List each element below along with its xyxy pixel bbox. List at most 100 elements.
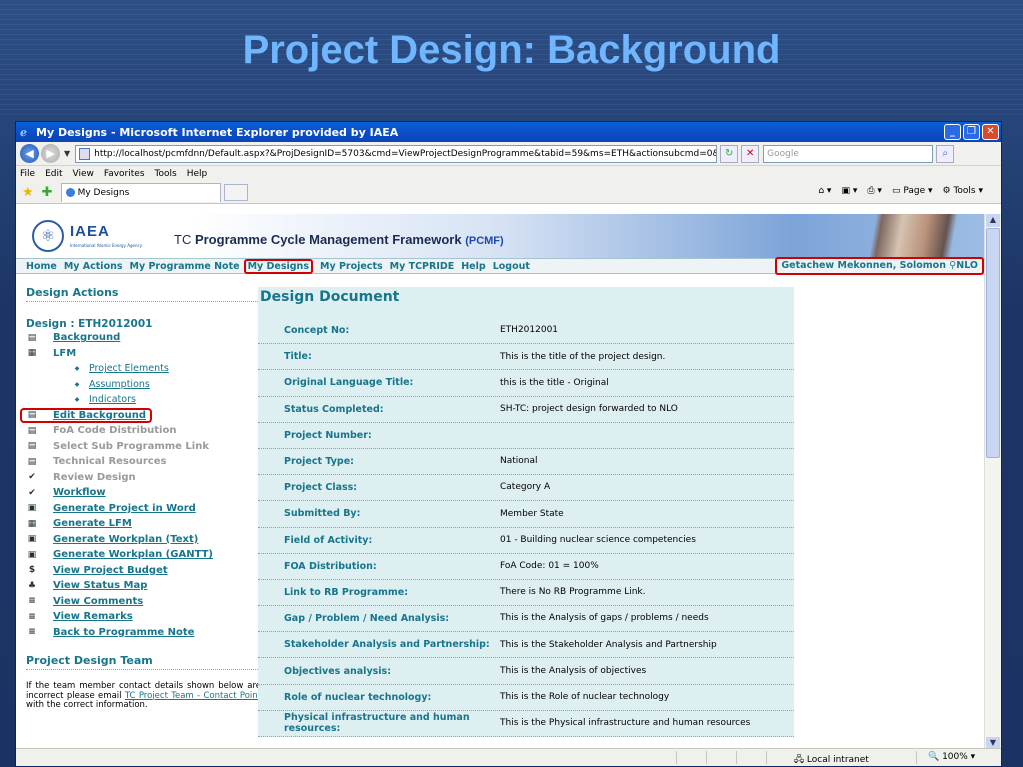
design-action-item[interactable]: ▣ Generate Workplan (Text) xyxy=(26,532,266,548)
scroll-up-icon[interactable]: ▲ xyxy=(986,214,1000,227)
design-action-item[interactable]: ▦ Generate LFM xyxy=(26,516,266,532)
design-action-label[interactable]: Generate Project in Word xyxy=(53,503,196,514)
minimize-button[interactable]: _ xyxy=(944,124,961,140)
window-titlebar: ℯ My Designs - Microsoft Internet Explor… xyxy=(16,122,1001,142)
design-action-label[interactable]: Assumptions xyxy=(89,379,150,390)
design-action-label[interactable]: Generate LFM xyxy=(53,518,132,529)
design-action-label[interactable]: Back to Programme Note xyxy=(53,627,194,638)
design-action-item[interactable]: ✔ Workflow xyxy=(26,485,266,501)
design-action-label: Review Design xyxy=(53,471,136,483)
design-action-item[interactable]: ◆ Indicators xyxy=(26,392,266,408)
field-label: Link to RB Programme: xyxy=(284,586,409,598)
excel-icon: ▣ xyxy=(27,534,37,545)
tools-menu[interactable]: ⚙ Tools ▾ xyxy=(943,186,984,196)
add-favorite-icon[interactable]: ✚ xyxy=(42,185,53,200)
design-action-label[interactable]: Generate Workplan (Text) xyxy=(53,534,198,545)
close-button[interactable]: ✕ xyxy=(982,124,999,140)
design-actions-panel: Design Actions Design : ETH2012001 ▤ Back… xyxy=(20,286,266,711)
field-label: Status Completed: xyxy=(284,403,384,415)
forward-button[interactable]: ▶ xyxy=(41,144,60,163)
field-value: This is the Analysis of objectives xyxy=(500,665,647,676)
status-bar: 🖧 Local intranet 🔍 100% ▾ xyxy=(16,748,1001,766)
zoom-level[interactable]: 🔍 100% ▾ xyxy=(928,752,975,762)
nav-help[interactable]: Help xyxy=(461,261,485,272)
new-tab-button[interactable] xyxy=(223,184,248,201)
grid-icon: ▦ xyxy=(27,348,37,359)
design-action-label[interactable]: View Remarks xyxy=(53,611,133,622)
design-action-item[interactable]: ▤ Background xyxy=(26,330,266,346)
field-label: Role of nuclear technology: xyxy=(284,691,432,703)
nav-my-actions[interactable]: My Actions xyxy=(64,261,123,272)
design-action-label[interactable]: Generate Workplan (GANTT) xyxy=(53,549,213,560)
design-action-label[interactable]: View Status Map xyxy=(53,580,147,591)
design-action-label[interactable]: Project Elements xyxy=(89,363,169,374)
user-info[interactable]: Getachew Mekonnen, Solomon ⚲NLO xyxy=(775,257,984,275)
menu-favorites[interactable]: Favorites xyxy=(104,169,145,179)
design-document: Design Document Concept No: ETH2012001 Tit… xyxy=(258,287,794,737)
restore-button[interactable]: ❐ xyxy=(963,124,980,140)
menu-edit[interactable]: Edit xyxy=(45,169,62,179)
nav-my-designs[interactable]: My Designs xyxy=(243,258,313,274)
print-icon[interactable]: ⎙ ▾ xyxy=(867,186,882,196)
list-icon: ≡ xyxy=(28,627,36,638)
vertical-scrollbar[interactable]: ▲ ▼ xyxy=(984,214,1001,750)
design-action-label[interactable]: Background xyxy=(53,332,120,343)
design-action-item[interactable]: ▣ Generate Project in Word xyxy=(26,501,266,517)
history-dropdown-icon[interactable]: ▼ xyxy=(64,149,70,158)
menu-tools[interactable]: Tools xyxy=(155,169,177,179)
design-action-item[interactable]: ◆ Assumptions xyxy=(26,377,266,393)
design-action-item[interactable]: ▣ Generate Workplan (GANTT) xyxy=(26,547,266,563)
field-label: Submitted By: xyxy=(284,508,361,520)
excel-icon: ▣ xyxy=(27,549,37,560)
page-menu[interactable]: ▭ Page ▾ xyxy=(892,186,933,196)
menu-file[interactable]: File xyxy=(20,169,35,179)
design-document-row: Project Class: Category A xyxy=(258,475,794,502)
design-action-item[interactable]: ◆ Project Elements xyxy=(26,361,266,377)
nav-my-programme-note[interactable]: My Programme Note xyxy=(130,261,240,272)
design-action-item[interactable]: ≡ Back to Programme Note xyxy=(26,625,266,641)
user-name: Getachew Mekonnen, Solomon xyxy=(781,260,946,271)
design-action-label[interactable]: Workflow xyxy=(53,487,106,498)
browser-window: ℯ My Designs - Microsoft Internet Explor… xyxy=(15,121,1002,767)
menu-help[interactable]: Help xyxy=(187,169,208,179)
design-action-item[interactable]: ♣ View Status Map xyxy=(26,578,266,594)
design-action-item[interactable]: ≡ View Comments xyxy=(26,594,266,610)
search-icon[interactable]: ⌕ xyxy=(936,144,955,163)
design-action-item[interactable]: ≡ View Remarks xyxy=(26,609,266,625)
design-action-label[interactable]: Edit Background xyxy=(53,410,146,421)
feeds-icon[interactable]: ▣ ▾ xyxy=(841,186,857,196)
design-action-label[interactable]: Indicators xyxy=(89,394,136,405)
banner-hands-image xyxy=(804,214,986,258)
field-label: Stakeholder Analysis and Partnership: xyxy=(284,639,490,651)
field-value: This is the Stakeholder Analysis and Par… xyxy=(500,639,717,650)
address-bar[interactable]: http://localhost/pcmfdnn/Default.aspx?&P… xyxy=(75,144,718,163)
design-action-item[interactable]: $ View Project Budget xyxy=(26,563,266,579)
stop-button[interactable]: ✕ xyxy=(741,144,760,163)
field-label: Original Language Title: xyxy=(284,377,414,389)
design-action-label[interactable]: View Project Budget xyxy=(53,565,168,576)
home-icon[interactable]: ⌂ ▾ xyxy=(818,186,831,196)
nav-my-tcpride[interactable]: My TCPRIDE xyxy=(390,261,455,272)
design-document-row: Title: This is the title of the project d… xyxy=(258,344,794,371)
nav-logout[interactable]: Logout xyxy=(493,261,530,272)
address-row: ◀ ▶ ▼ http://localhost/pcmfdnn/Default.a… xyxy=(16,142,1001,166)
nav-home[interactable]: Home xyxy=(26,261,57,272)
iaea-logo-icon: ⚛ xyxy=(32,220,64,252)
menu-view[interactable]: View xyxy=(73,169,94,179)
design-action-item[interactable]: ▤ Edit Background xyxy=(20,407,152,423)
search-input[interactable]: Google xyxy=(763,144,934,163)
team-contact-link[interactable]: TC Project Team - Contact Point xyxy=(125,691,261,701)
design-action-label[interactable]: View Comments xyxy=(53,596,143,607)
design-action-label: Technical Resources xyxy=(53,456,167,468)
menu-bar: File Edit View Favorites Tools Help xyxy=(16,166,1001,182)
list-icon: ≡ xyxy=(28,611,36,622)
refresh-button[interactable]: ↻ xyxy=(720,144,739,163)
design-action-item: ▤ Select Sub Programme Link xyxy=(26,439,266,455)
tab-my-designs[interactable]: My Designs xyxy=(60,183,221,202)
nav-my-projects[interactable]: My Projects xyxy=(320,261,383,272)
scroll-thumb[interactable] xyxy=(986,228,1000,458)
favorites-star-icon[interactable]: ★ xyxy=(22,185,34,200)
field-label: Concept No: xyxy=(284,325,350,337)
page-icon xyxy=(79,147,91,160)
back-button[interactable]: ◀ xyxy=(20,144,39,163)
